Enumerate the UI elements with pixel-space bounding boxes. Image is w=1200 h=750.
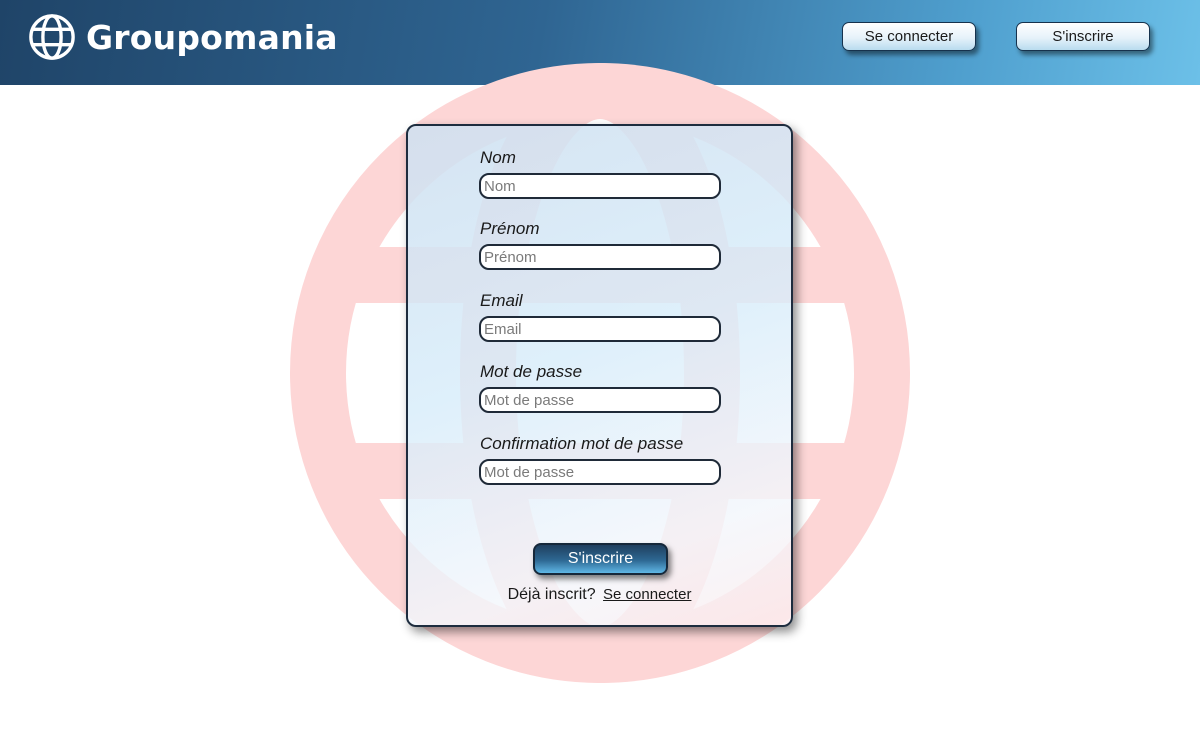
already-registered-text: Déjà inscrit? <box>507 586 596 603</box>
email-label: Email <box>480 291 523 310</box>
prenom-input[interactable] <box>479 244 721 270</box>
already-registered-line: Déjà inscrit? Se connecter <box>408 586 791 604</box>
brand[interactable]: Groupomania <box>28 13 338 61</box>
confirm-password-label: Confirmation mot de passe <box>480 434 684 453</box>
signup-form: Nom Prénom Email Mot de passe Confirmati… <box>406 124 793 627</box>
prenom-label: Prénom <box>480 219 540 238</box>
brand-name: Groupomania <box>86 17 338 57</box>
nom-label: Nom <box>480 148 516 167</box>
nom-input[interactable] <box>479 173 721 199</box>
confirm-password-input[interactable] <box>479 459 721 485</box>
password-input[interactable] <box>479 387 721 413</box>
login-button[interactable]: Se connecter <box>842 22 976 51</box>
globe-icon <box>29 14 75 60</box>
login-link[interactable]: Se connecter <box>603 586 691 603</box>
submit-signup-button[interactable]: S'inscrire <box>533 543 668 575</box>
signup-button[interactable]: S'inscrire <box>1016 22 1150 51</box>
password-label: Mot de passe <box>480 362 583 381</box>
email-input[interactable] <box>479 316 721 342</box>
